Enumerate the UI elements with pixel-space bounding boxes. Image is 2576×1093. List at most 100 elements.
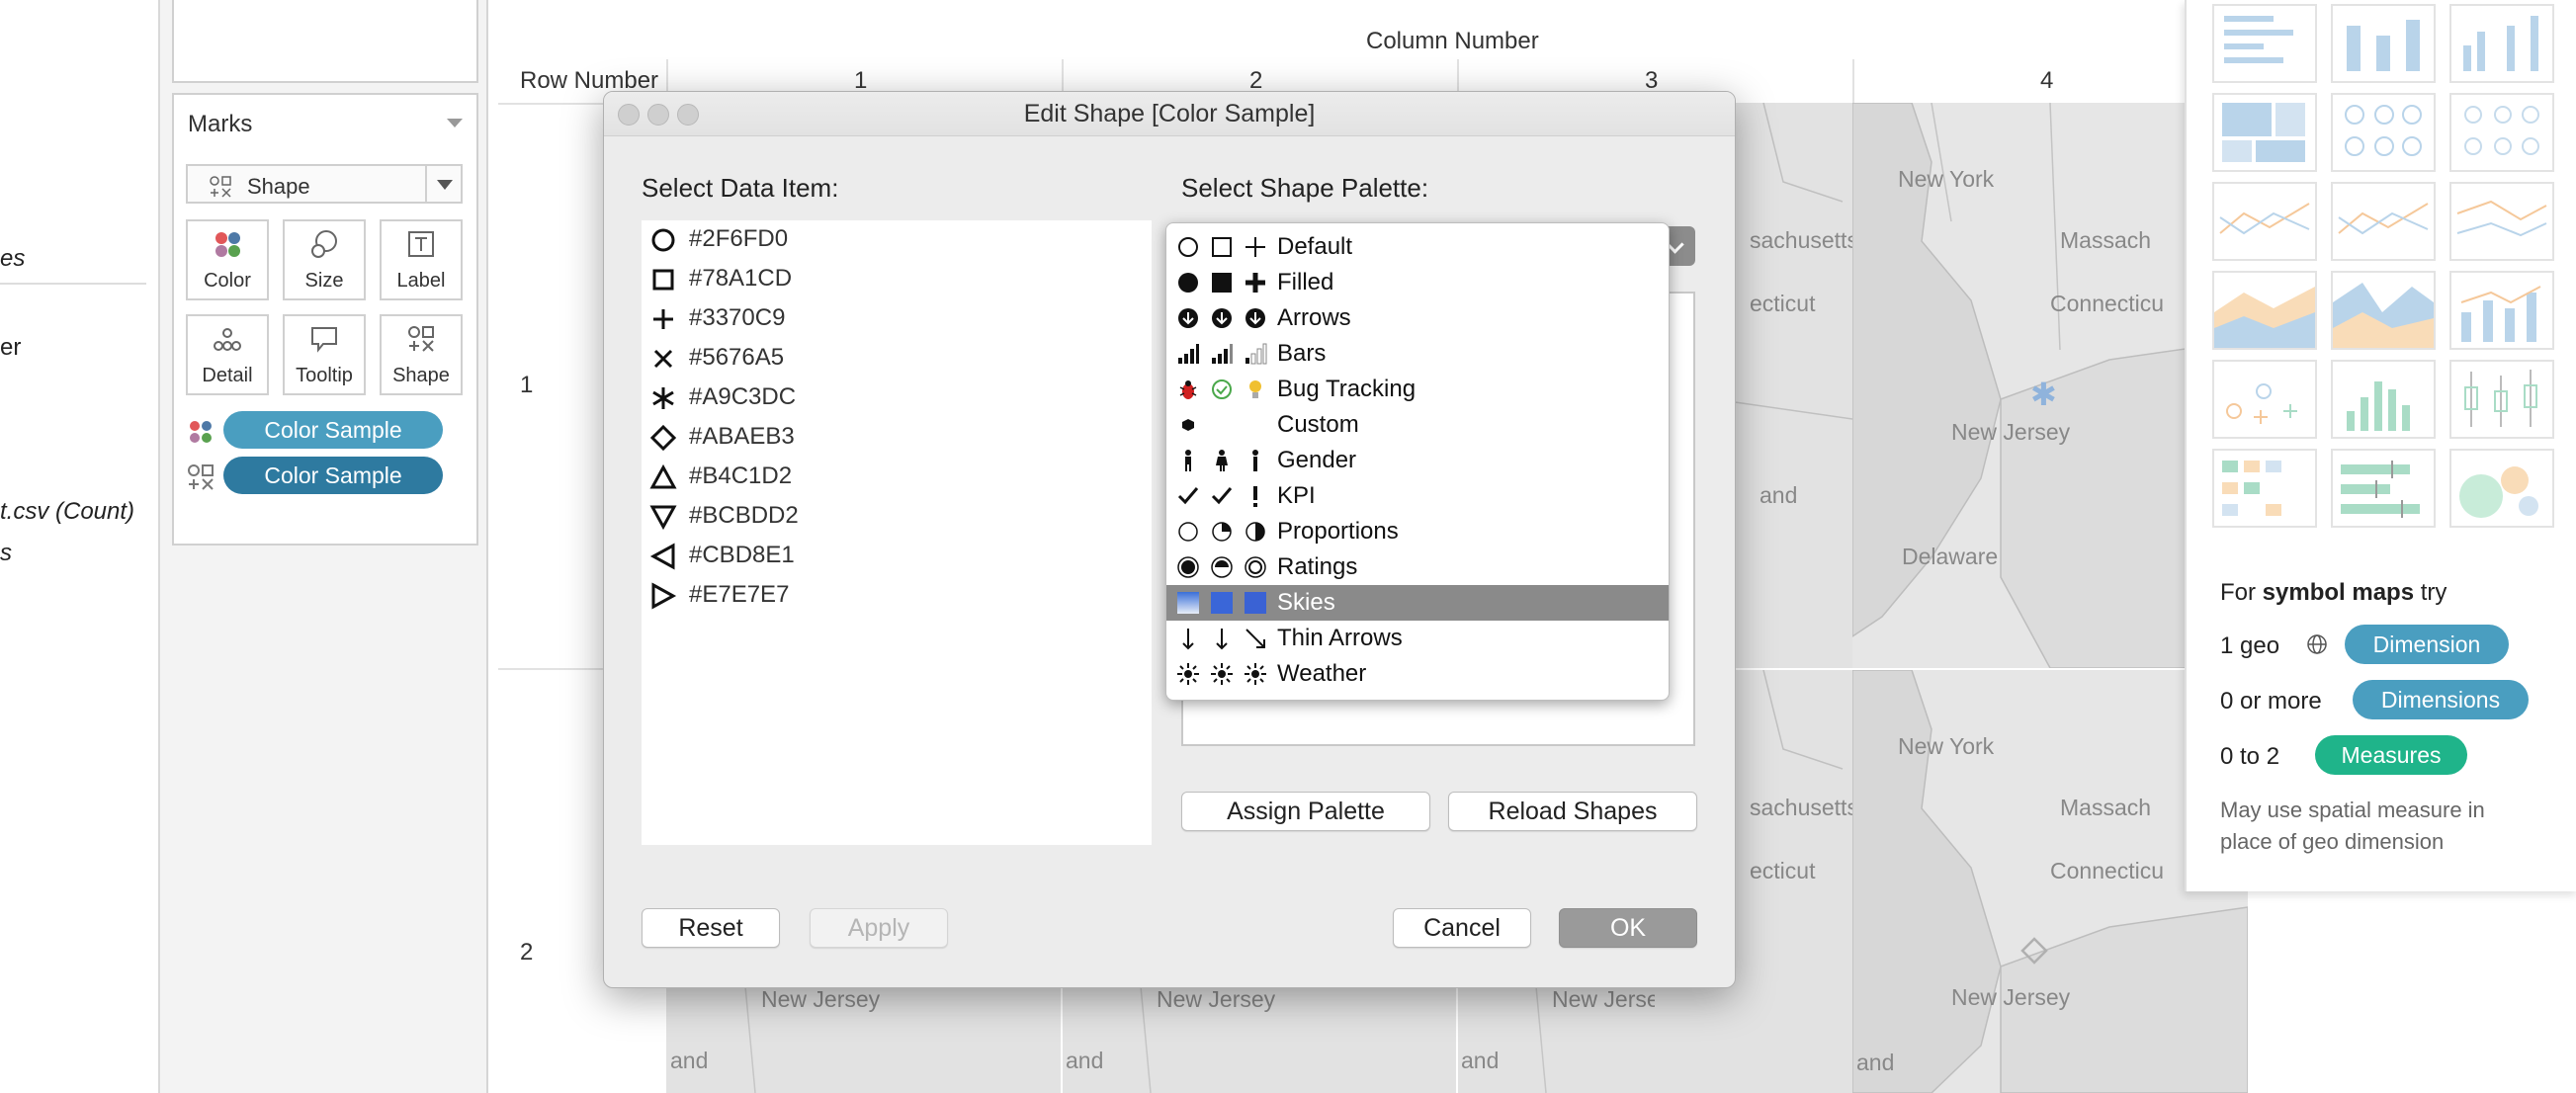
- palette-option[interactable]: Default: [1166, 229, 1669, 265]
- chart-type-thumb[interactable]: [2331, 4, 2436, 83]
- data-field[interactable]: s: [0, 540, 12, 567]
- chart-type-thumb[interactable]: [2449, 182, 2554, 261]
- triangle-right-open-icon: [649, 582, 677, 610]
- palette-option[interactable]: Proportions: [1166, 514, 1669, 549]
- palette-option-selected[interactable]: Skies: [1166, 585, 1669, 621]
- apply-button[interactable]: Apply: [810, 908, 948, 948]
- shape-button[interactable]: Shape: [380, 314, 463, 395]
- palette-dropdown-list[interactable]: Default Filled Arrows Bars Bug Tracking: [1165, 222, 1670, 701]
- row-header[interactable]: 2: [520, 939, 533, 967]
- palette-option[interactable]: Gender: [1166, 443, 1669, 478]
- collapse-icon[interactable]: [447, 119, 463, 127]
- chart-type-thumb[interactable]: [2212, 360, 2317, 439]
- data-item[interactable]: #E7E7E7: [642, 576, 1152, 616]
- arrow-down-circle-icon: [1244, 306, 1267, 330]
- data-item-list[interactable]: #2F6FD0 #78A1CD #3370C9 #5676A5 #A9C3DC …: [642, 220, 1152, 845]
- mark-type-dropdown[interactable]: Shape: [186, 164, 463, 204]
- data-item[interactable]: #78A1CD: [642, 260, 1152, 299]
- chart-type-thumb[interactable]: [2212, 4, 2317, 83]
- detail-button[interactable]: Detail: [186, 314, 269, 395]
- palette-option[interactable]: Filled: [1166, 265, 1669, 300]
- palette-option[interactable]: Ratings: [1166, 549, 1669, 585]
- dimensions-pill: Dimensions: [2353, 680, 2529, 719]
- dialog-titlebar[interactable]: Edit Shape [Color Sample]: [604, 92, 1735, 136]
- person-icon: [1244, 449, 1267, 472]
- filters-card[interactable]: [172, 0, 478, 83]
- chart-type-thumb[interactable]: [2331, 449, 2436, 528]
- palette-option[interactable]: Custom: [1166, 407, 1669, 443]
- chart-type-thumb[interactable]: [2331, 182, 2436, 261]
- chart-type-thumb[interactable]: [2331, 271, 2436, 350]
- ok-button[interactable]: OK: [1559, 908, 1697, 948]
- chart-type-thumb[interactable]: [2449, 271, 2554, 350]
- size-icon: [285, 229, 364, 263]
- map-label: and: [1461, 1048, 1500, 1073]
- palette-option[interactable]: Bug Tracking: [1166, 372, 1669, 407]
- data-item[interactable]: #5676A5: [642, 339, 1152, 378]
- mark-type-label: Shape: [247, 174, 310, 199]
- chart-type-thumb[interactable]: [2331, 93, 2436, 172]
- color-sample-pill[interactable]: Color Sample: [223, 411, 443, 449]
- asterisk-mark[interactable]: ✱: [2030, 376, 2057, 413]
- assign-palette-button[interactable]: Assign Palette: [1181, 792, 1430, 831]
- cancel-button[interactable]: Cancel: [1393, 908, 1531, 948]
- color-icon: [188, 229, 267, 263]
- reset-button[interactable]: Reset: [642, 908, 780, 948]
- exclamation-icon: [1244, 484, 1267, 508]
- show-me-hint: For symbol maps try: [2220, 579, 2447, 606]
- hexagon-icon: [1176, 413, 1200, 437]
- plus-filled-icon: [1244, 271, 1267, 294]
- palette-option[interactable]: Bars: [1166, 336, 1669, 372]
- sky-blue-icon: [1244, 591, 1267, 615]
- circle-open-icon: [1176, 520, 1200, 544]
- data-field[interactable]: er: [0, 334, 21, 362]
- bug-icon: [1176, 378, 1200, 401]
- map-label: New Jersey: [1951, 984, 2071, 1010]
- color-sample-pill[interactable]: Color Sample: [223, 457, 443, 494]
- data-item[interactable]: #BCBDD2: [642, 497, 1152, 537]
- row-header[interactable]: 1: [520, 372, 533, 399]
- data-item[interactable]: #3370C9: [642, 299, 1152, 339]
- map-label: New Jersey: [1157, 986, 1276, 1012]
- palette-option[interactable]: Thin Arrows: [1166, 621, 1669, 656]
- map-label: New Jersey: [761, 986, 881, 1012]
- chart-type-thumb[interactable]: [2212, 93, 2317, 172]
- column-header[interactable]: 4: [2040, 67, 2053, 95]
- data-item[interactable]: #2F6FD0: [642, 220, 1152, 260]
- map-label: ecticut: [1750, 858, 1816, 883]
- size-button[interactable]: Size: [283, 219, 366, 300]
- chart-type-thumb[interactable]: [2212, 449, 2317, 528]
- chart-type-thumb[interactable]: [2331, 360, 2436, 439]
- data-item[interactable]: #CBD8E1: [642, 537, 1152, 576]
- thin-arrow-down-icon: [1176, 627, 1200, 650]
- chevron-down-icon[interactable]: [425, 166, 461, 202]
- square-open-icon: [649, 266, 677, 294]
- chart-type-thumb[interactable]: [2212, 182, 2317, 261]
- x-icon: [649, 345, 677, 373]
- data-item[interactable]: #A9C3DC: [642, 378, 1152, 418]
- chart-type-thumb[interactable]: [2449, 360, 2554, 439]
- map-tile[interactable]: New Jersey New Jersey New Jersey and and…: [666, 986, 1655, 1093]
- rating-empty-icon: [1244, 555, 1267, 579]
- data-item[interactable]: #ABAEB3: [642, 418, 1152, 458]
- reload-shapes-button[interactable]: Reload Shapes: [1448, 792, 1697, 831]
- data-field[interactable]: es: [0, 245, 25, 273]
- detail-icon: [188, 324, 267, 358]
- chart-type-thumb[interactable]: [2449, 449, 2554, 528]
- chart-type-thumb[interactable]: [2449, 93, 2554, 172]
- marks-card: Marks Shape Color Size Label Detail Tool…: [172, 93, 478, 546]
- label-button[interactable]: Label: [380, 219, 463, 300]
- plus-icon: [1244, 235, 1267, 259]
- data-item[interactable]: #B4C1D2: [642, 458, 1152, 497]
- chart-type-thumb[interactable]: [2449, 4, 2554, 83]
- square-open-icon: [1210, 235, 1234, 259]
- data-field[interactable]: t.csv (Count): [0, 498, 134, 526]
- palette-option[interactable]: KPI: [1166, 478, 1669, 514]
- palette-option[interactable]: Weather: [1166, 656, 1669, 692]
- map-tile[interactable]: and: [1852, 1048, 2248, 1093]
- tooltip-button[interactable]: Tooltip: [283, 314, 366, 395]
- chart-type-thumb[interactable]: [2212, 271, 2317, 350]
- color-button[interactable]: Color: [186, 219, 269, 300]
- map-label: Connecticu: [2050, 291, 2165, 316]
- palette-option[interactable]: Arrows: [1166, 300, 1669, 336]
